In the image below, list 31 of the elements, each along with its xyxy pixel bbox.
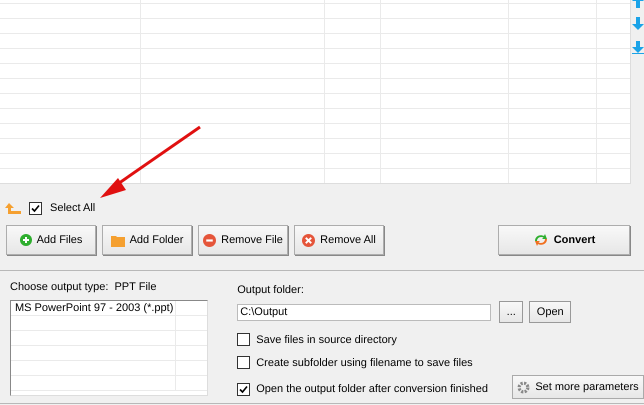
- arrow-to-bottom-icon[interactable]: [632, 40, 644, 54]
- toolbar-button[interactable]: Add Folder: [102, 225, 192, 255]
- checkbox[interactable]: [237, 382, 250, 396]
- checkbox[interactable]: [237, 356, 250, 369]
- plus-icon: [20, 234, 32, 246]
- output-type-list[interactable]: MS PowerPoint 97 - 2003 (*.ppt): [10, 300, 208, 396]
- checkbox[interactable]: [29, 202, 42, 214]
- output-type-label: Choose output type:: [10, 281, 108, 293]
- convert-button[interactable]: Convert: [498, 225, 630, 255]
- open-button[interactable]: Open: [529, 301, 572, 323]
- minus-icon: [203, 234, 216, 246]
- output-folder-field[interactable]: C:\Output: [237, 304, 492, 320]
- more-parameters-button[interactable]: Set more parameters: [512, 375, 644, 399]
- list-item[interactable]: MS PowerPoint 97 - 2003 (*.ppt): [11, 301, 176, 315]
- checkbox[interactable]: [237, 333, 250, 346]
- browse-button[interactable]: ...: [499, 301, 524, 323]
- option-label: Open the output folder after conversion finished: [256, 383, 488, 395]
- output-folder-label: Output folder:: [237, 284, 305, 296]
- output-type-value: PPT File: [114, 281, 156, 293]
- toolbar-button[interactable]: Remove All: [294, 225, 384, 255]
- up-arrow-icon[interactable]: [5, 202, 21, 214]
- down-arrow-icon[interactable]: [632, 17, 644, 31]
- convert-icon: [532, 233, 549, 247]
- toolbar-button[interactable]: Remove File: [198, 225, 288, 255]
- gear-icon: [517, 380, 530, 394]
- folder-icon: [110, 234, 125, 246]
- close-icon: [302, 234, 316, 246]
- option-label: Create subfolder using filename to save files: [256, 356, 473, 368]
- select-all-label: Select All: [50, 202, 96, 214]
- option-label: Save files in source directory: [256, 334, 397, 346]
- toolbar-button[interactable]: Add Files: [6, 225, 96, 255]
